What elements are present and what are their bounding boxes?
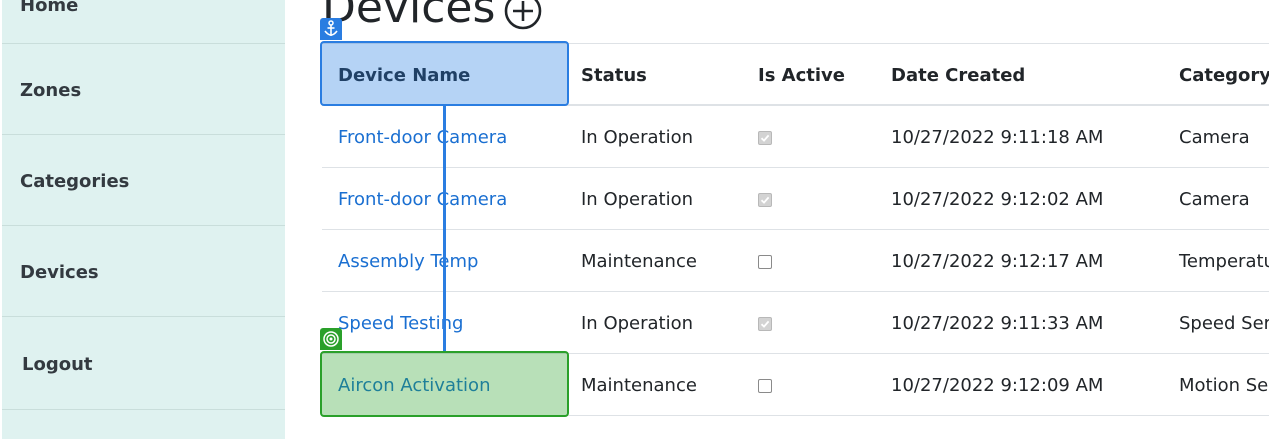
device-date-created: 10/27/2022 9:11:18 AM: [891, 127, 1104, 148]
row-divider: [322, 229, 1269, 230]
circle-plus-icon[interactable]: [503, 0, 543, 31]
column-header-category: Category: [1179, 65, 1269, 86]
device-status: In Operation: [581, 189, 694, 210]
device-name-link[interactable]: Assembly Temp: [338, 250, 478, 274]
column-header-is-active: Is Active: [758, 65, 845, 86]
sidebar-item-label: Logout: [22, 354, 93, 375]
sidebar: Home Zones Categories Devices Logout: [2, 0, 285, 439]
device-status: In Operation: [581, 313, 694, 334]
is-active-checkbox: [758, 193, 772, 207]
row-divider: [322, 291, 1269, 292]
column-header-status: Status: [581, 65, 647, 86]
device-name-link[interactable]: Front-door Camera: [338, 188, 507, 212]
is-active-checkbox: [758, 255, 772, 269]
device-date-created: 10/27/2022 9:12:09 AM: [891, 375, 1104, 396]
device-category: Motion Se: [1179, 375, 1269, 396]
target-icon: [323, 331, 339, 347]
device-name-link[interactable]: Front-door Camera: [338, 126, 507, 150]
device-status: Maintenance: [581, 375, 697, 396]
device-category: Camera: [1179, 189, 1250, 210]
device-category: Speed Ser: [1179, 313, 1269, 334]
anchor-tag: [320, 18, 342, 40]
sidebar-item-devices[interactable]: Devices: [2, 226, 285, 316]
sidebar-item-label: Devices: [20, 262, 99, 283]
sidebar-item-label: Home: [20, 0, 79, 16]
target-tag: [320, 328, 342, 350]
target-highlight: [320, 351, 569, 417]
row-divider: [322, 167, 1269, 168]
sidebar-item-logout[interactable]: Logout: [2, 317, 285, 409]
drag-connector-line: [443, 106, 446, 351]
anchor-icon: [324, 20, 338, 36]
anchor-highlight: [320, 41, 569, 106]
device-category: Temperatu: [1179, 251, 1269, 272]
sidebar-item-label: Zones: [20, 80, 82, 101]
device-date-created: 10/27/2022 9:11:33 AM: [891, 313, 1104, 334]
device-date-created: 10/27/2022 9:12:17 AM: [891, 251, 1104, 272]
is-active-checkbox: [758, 131, 772, 145]
sidebar-item-zones[interactable]: Zones: [2, 44, 285, 134]
page-title: Devices: [322, 0, 496, 33]
device-date-created: 10/27/2022 9:12:02 AM: [891, 189, 1104, 210]
column-header-date-created: Date Created: [891, 65, 1026, 86]
sidebar-divider: [2, 409, 285, 410]
sidebar-item-home[interactable]: Home: [2, 0, 285, 42]
sidebar-item-categories[interactable]: Categories: [2, 135, 285, 225]
devices-page: Home Zones Categories Devices Logout Dev…: [0, 0, 1269, 439]
sidebar-item-label: Categories: [20, 171, 130, 192]
device-status: In Operation: [581, 127, 694, 148]
is-active-checkbox: [758, 379, 772, 393]
device-status: Maintenance: [581, 251, 697, 272]
device-category: Camera: [1179, 127, 1250, 148]
is-active-checkbox: [758, 317, 772, 331]
